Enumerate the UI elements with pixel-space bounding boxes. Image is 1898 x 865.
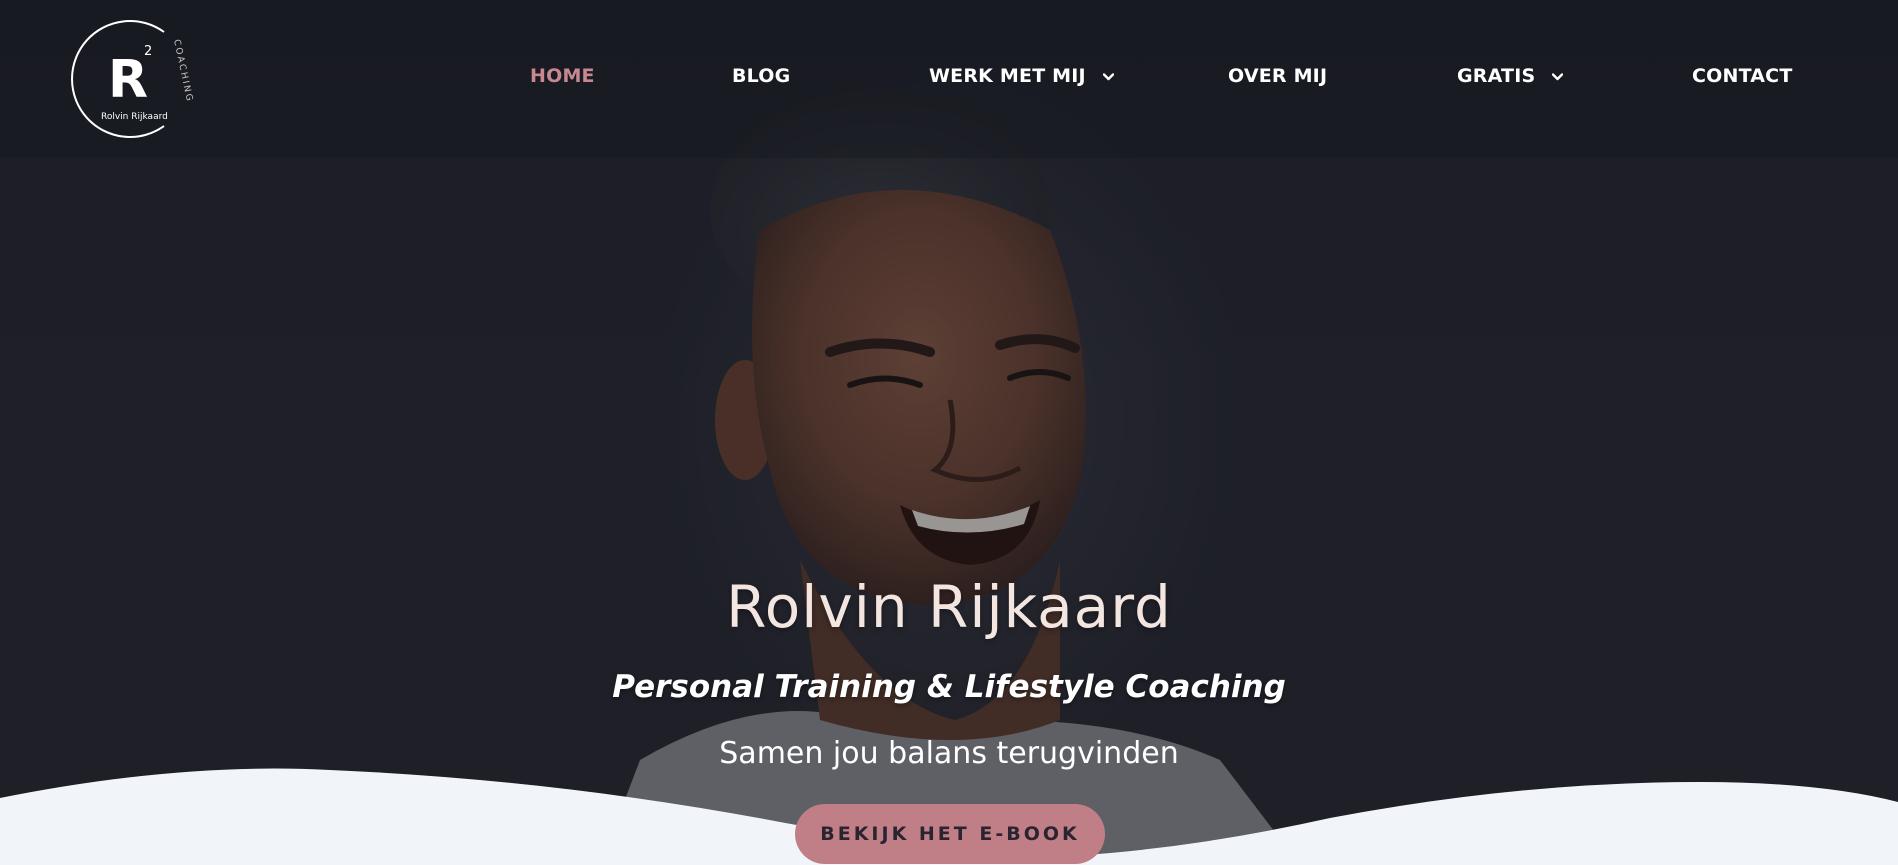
logo-superscript: 2 xyxy=(144,44,152,59)
hero-title: Rolvin Rijkaard xyxy=(726,573,1172,641)
ebook-cta-button[interactable]: BEKIJK HET E-BOOK xyxy=(795,804,1105,864)
nav-item-werk-met-mij[interactable]: WERK MET MIJ xyxy=(929,58,1114,94)
chevron-down-icon xyxy=(1102,72,1114,80)
nav-item-gratis[interactable]: GRATIS xyxy=(1457,58,1564,94)
nav-item-contact[interactable]: CONTACT xyxy=(1692,58,1793,94)
nav-item-label: GRATIS xyxy=(1457,65,1536,87)
nav-item-label: BLOG xyxy=(732,65,791,87)
nav-item-label: WERK MET MIJ xyxy=(929,65,1086,87)
nav-item-label: OVER MIJ xyxy=(1228,65,1328,87)
hero-tagline: Samen jou balans terugvinden xyxy=(719,736,1179,771)
hero-section: R 2 Rolvin Rijkaard COACHING HOME BLOG W… xyxy=(0,0,1898,865)
nav-item-blog[interactable]: BLOG xyxy=(732,58,790,94)
hero-subtitle: Personal Training & Lifestyle Coaching xyxy=(612,669,1286,705)
nav-item-label: CONTACT xyxy=(1692,65,1793,87)
nav-item-label: HOME xyxy=(530,65,595,87)
logo-name: Rolvin Rijkaard xyxy=(101,112,168,122)
nav-item-over-mij[interactable]: OVER MIJ xyxy=(1228,58,1327,94)
main-nav: HOME BLOG WERK MET MIJ OVER MIJ GRATIS C… xyxy=(0,58,1898,94)
nav-item-home[interactable]: HOME xyxy=(530,58,595,94)
chevron-down-icon xyxy=(1552,72,1564,80)
